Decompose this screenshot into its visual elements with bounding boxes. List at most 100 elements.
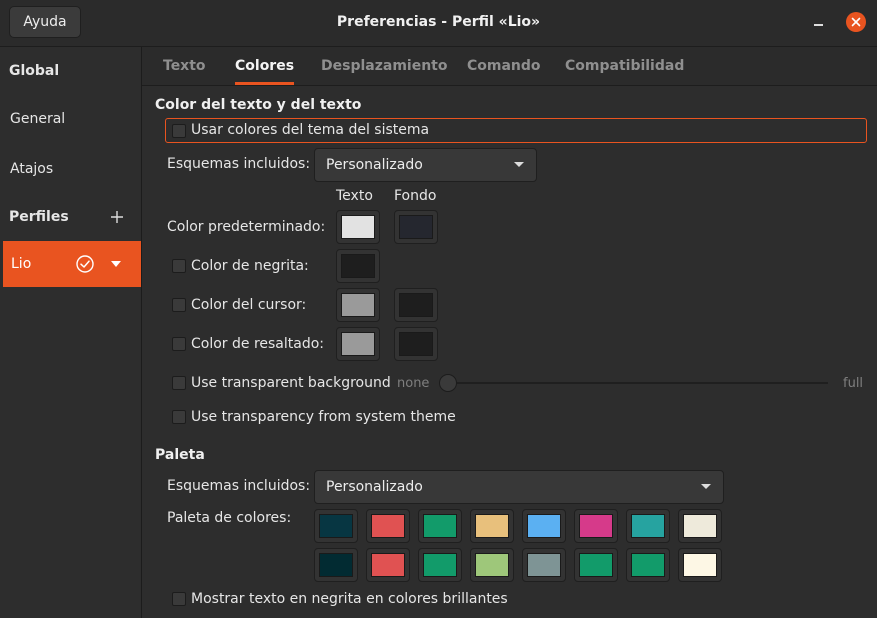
tab-text[interactable]: Texto (163, 47, 206, 85)
transparent-background-label: Use transparent background (191, 375, 391, 391)
highlight-color-label: Color de resaltado: (191, 336, 325, 352)
column-text-header: Texto (336, 188, 373, 204)
text-schemes-dropdown[interactable]: Personalizado (314, 148, 537, 182)
transparency-system-checkbox[interactable] (172, 410, 186, 424)
color-swatch (399, 215, 433, 239)
title-bar: Ayuda Preferencias - Perfil «Lio» (0, 0, 877, 47)
cursor-color-checkbox[interactable] (172, 298, 186, 312)
color-swatch (371, 553, 405, 577)
bold-color-label: Color de negrita: (191, 258, 309, 274)
highlight-background-color-button[interactable] (394, 327, 438, 361)
chevron-down-icon (514, 162, 524, 167)
schemes-label: Esquemas incluidos: (167, 156, 311, 172)
palette-color-button-2-8[interactable] (678, 548, 722, 582)
transparency-slider-track[interactable] (442, 382, 828, 384)
highlight-text-color-button[interactable] (336, 327, 380, 361)
cursor-color-label: Color del cursor: (191, 297, 307, 313)
palette-color-button-1-4[interactable] (470, 509, 514, 543)
transparency-system-label: Use transparency from system theme (191, 409, 456, 425)
sidebar-item-general[interactable]: General (0, 99, 141, 139)
color-swatch (475, 553, 509, 577)
color-swatch (341, 254, 375, 278)
palette-schemes-value: Personalizado (326, 479, 423, 495)
column-background-header: Fondo (394, 188, 437, 204)
color-swatch (423, 553, 457, 577)
palette-color-button-2-3[interactable] (418, 548, 462, 582)
slider-max-label: full (843, 376, 864, 391)
palette-color-button-1-1[interactable] (314, 509, 358, 543)
palette-color-button-1-2[interactable] (366, 509, 410, 543)
bright-bold-label: Mostrar texto en negrita en colores bril… (191, 591, 508, 607)
sidebar: Global General Atajos Perfiles Lio (0, 47, 142, 618)
color-swatch (631, 514, 665, 538)
palette-color-button-2-7[interactable] (626, 548, 670, 582)
palette-color-button-2-2[interactable] (366, 548, 410, 582)
bold-text-color-button[interactable] (336, 249, 380, 283)
color-swatch (683, 514, 717, 538)
palette-color-button-1-7[interactable] (626, 509, 670, 543)
transparent-background-checkbox[interactable] (172, 376, 186, 390)
use-system-theme-checkbox[interactable] (172, 124, 186, 138)
palette-schemes-dropdown[interactable]: Personalizado (314, 470, 724, 504)
color-swatch (423, 514, 457, 538)
colors-panel: Color del texto y del texto Usar colores… (142, 86, 877, 618)
profiles-header-label: Perfiles (9, 209, 69, 225)
sidebar-item-label: Atajos (10, 161, 54, 177)
close-button[interactable] (846, 12, 866, 32)
cursor-text-color-button[interactable] (336, 288, 380, 322)
profile-label: Lio (11, 256, 32, 272)
close-icon (851, 17, 861, 27)
text-colors-section-title: Color del texto y del texto (155, 97, 362, 113)
default-background-color-button[interactable] (394, 210, 438, 244)
tab-command[interactable]: Comando (467, 47, 541, 85)
bright-bold-checkbox[interactable] (172, 592, 186, 606)
use-system-theme-label: Usar colores del tema del sistema (191, 122, 430, 138)
window-title: Preferencias - Perfil «Lio» (336, 14, 541, 30)
palette-color-button-2-1[interactable] (314, 548, 358, 582)
highlight-color-checkbox[interactable] (172, 337, 186, 351)
palette-color-button-1-6[interactable] (574, 509, 618, 543)
palette-color-button-1-8[interactable] (678, 509, 722, 543)
tab-scrolling[interactable]: Desplazamiento (321, 47, 447, 85)
color-swatch (527, 553, 561, 577)
color-swatch (319, 514, 353, 538)
color-swatch (341, 332, 375, 356)
palette-color-button-1-3[interactable] (418, 509, 462, 543)
sidebar-item-label: General (10, 111, 66, 127)
palette-color-button-1-5[interactable] (522, 509, 566, 543)
chevron-down-icon (701, 484, 711, 489)
palette-section-title: Paleta (155, 447, 205, 463)
default-color-label: Color predeterminado: (167, 219, 326, 235)
tab-colors[interactable]: Colores (235, 47, 295, 85)
transparency-slider-handle[interactable] (439, 374, 457, 392)
bold-color-checkbox[interactable] (172, 259, 186, 273)
color-swatch (371, 514, 405, 538)
sidebar-item-profile-lio[interactable]: Lio (3, 241, 141, 287)
color-swatch (527, 514, 561, 538)
sidebar-item-shortcuts[interactable]: Atajos (0, 149, 141, 189)
default-profile-check-icon (76, 255, 94, 273)
slider-min-label: none (397, 376, 430, 391)
palette-color-button-2-4[interactable] (470, 548, 514, 582)
cursor-background-color-button[interactable] (394, 288, 438, 322)
color-swatch (399, 332, 433, 356)
color-swatch (579, 553, 613, 577)
add-profile-icon[interactable] (110, 210, 124, 224)
color-swatch (475, 514, 509, 538)
palette-schemes-label: Esquemas incluidos: (167, 478, 311, 494)
use-system-theme-row[interactable]: Usar colores del tema del sistema (165, 118, 867, 143)
tab-compatibility[interactable]: Compatibilidad (565, 47, 684, 85)
color-swatch (579, 514, 613, 538)
color-swatch (683, 553, 717, 577)
color-swatch (399, 293, 433, 317)
sidebar-header-global: Global (9, 63, 60, 79)
default-text-color-button[interactable] (336, 210, 380, 244)
color-swatch (341, 293, 375, 317)
color-swatch (631, 553, 665, 577)
sidebar-header-profiles: Perfiles (0, 197, 141, 237)
palette-color-button-2-5[interactable] (522, 548, 566, 582)
palette-color-button-2-6[interactable] (574, 548, 618, 582)
profile-menu-chevron-down-icon[interactable] (111, 261, 121, 267)
minimize-button[interactable] (811, 12, 827, 32)
palette-colors-label: Paleta de colores: (167, 510, 292, 526)
